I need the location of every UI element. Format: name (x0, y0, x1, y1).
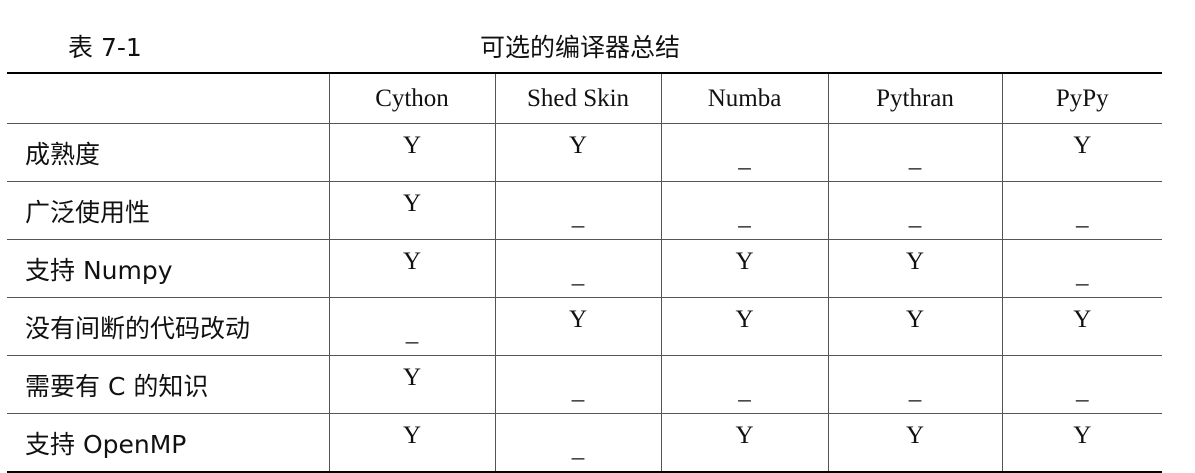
column-header-numba: Numba (660, 73, 828, 124)
table-cell: _ (827, 355, 1002, 414)
table-cell: Y (827, 297, 1002, 356)
row-label: 没有间断的代码改动 (7, 297, 329, 356)
table-row: 支持 Numpy Y _ Y Y _ (7, 239, 1162, 298)
table-cell: Y (494, 297, 661, 356)
table-cell: _ (660, 123, 828, 182)
table-title: 可选的编译器总结 (480, 33, 681, 62)
table-number: 表 7-1 (68, 33, 142, 62)
row-label: 需要有 C 的知识 (7, 355, 329, 414)
table-cell: _ (1001, 181, 1162, 240)
table-row: 没有间断的代码改动 _ Y Y Y Y (7, 297, 1162, 356)
table-cell: Y (494, 123, 661, 182)
table-row: 广泛使用性 Y _ _ _ _ (7, 181, 1162, 240)
table-cell: Y (328, 239, 495, 298)
table-cell: _ (494, 239, 661, 298)
table-cell: _ (1001, 355, 1162, 414)
table-cell: _ (660, 355, 828, 414)
table-cell: _ (494, 181, 661, 240)
table-cell: Y (1001, 123, 1162, 182)
row-label: 成熟度 (7, 123, 329, 182)
table-cell: Y (328, 355, 495, 414)
table-cell: Y (328, 123, 495, 182)
table-cell: _ (328, 297, 495, 356)
header-corner-cell (7, 73, 329, 124)
table-cell: Y (1001, 297, 1162, 356)
column-header-cython: Cython (328, 73, 495, 124)
column-header-pythran: Pythran (827, 73, 1002, 124)
table-cell: Y (660, 297, 828, 356)
table-cell: Y (328, 181, 495, 240)
row-label: 支持 Numpy (7, 239, 329, 298)
table-cell: _ (494, 355, 661, 414)
compiler-comparison-table: Cython Shed Skin Numba Pythran PyPy 成熟度 … (7, 72, 1162, 473)
column-header-shed-skin: Shed Skin (494, 73, 661, 124)
table-cell: _ (660, 181, 828, 240)
table-cell: Y (660, 239, 828, 298)
table-cell: Y (827, 239, 1002, 298)
table-cell: _ (827, 123, 1002, 182)
row-label: 广泛使用性 (7, 181, 329, 240)
table-cell: _ (827, 181, 1002, 240)
table-cell: _ (1001, 239, 1162, 298)
table-row: 成熟度 Y Y _ _ Y (7, 123, 1162, 182)
header-row: Cython Shed Skin Numba Pythran PyPy (7, 73, 1162, 124)
table-row: 需要有 C 的知识 Y _ _ _ _ (7, 355, 1162, 414)
column-header-pypy: PyPy (1001, 73, 1162, 124)
